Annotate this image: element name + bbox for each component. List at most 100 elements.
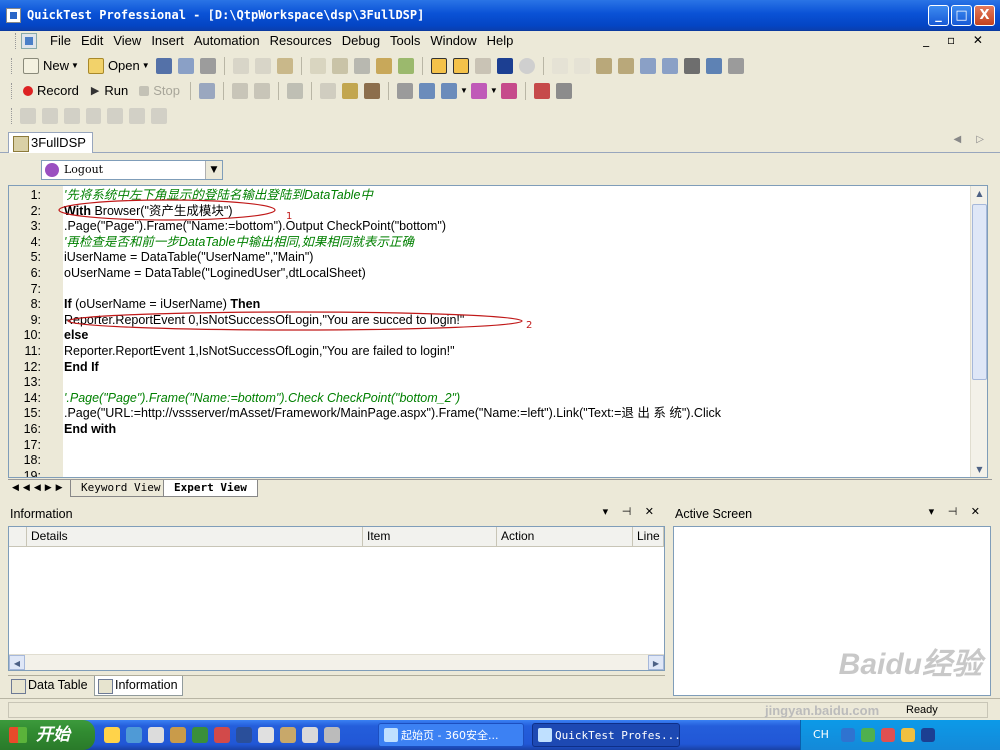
menu-resources[interactable]: Resources [265,33,337,49]
app-icon[interactable] [214,727,230,743]
code-line[interactable]: 17: [9,438,969,454]
scroll-right-icon[interactable]: ▶ [648,655,664,670]
test-flow-icon[interactable] [430,57,447,74]
app-icon[interactable] [258,727,274,743]
chevron-down-icon[interactable]: ▼ [490,86,498,95]
run-button[interactable]: ▶ Run [84,80,133,102]
test-results-icon[interactable] [533,82,550,99]
tray-icon[interactable] [921,728,935,742]
insert-step-icon[interactable] [320,82,336,99]
open-button[interactable]: Open ▼ [82,55,153,77]
code-line[interactable]: 5: iUserName = DataTable("UserName","Mai… [9,250,969,266]
binoculars-icon[interactable] [683,57,700,74]
options-icon[interactable] [555,82,572,99]
menu-window[interactable]: Window [425,33,481,49]
code-line[interactable]: 16: End with [9,422,969,438]
step-over-disabled-icon[interactable] [63,107,80,124]
font-icon[interactable] [705,57,722,74]
app-icon[interactable] [324,727,340,743]
analog-recording-icon[interactable] [199,82,215,99]
column-item[interactable]: Item [363,527,497,546]
column-action[interactable]: Action [497,527,633,546]
folder-icon[interactable] [170,727,186,743]
tray-icon[interactable] [901,728,915,742]
code-line[interactable]: 8: If (oUserName = iUserName) Then [9,297,969,313]
panel-controls[interactable]: ▾ ⊣ ✕ [929,505,985,518]
help-icon[interactable] [518,57,535,74]
clear-breakpoints-icon[interactable] [500,82,517,99]
menu-insert[interactable]: Insert [146,33,189,49]
tray-icon[interactable] [861,728,875,742]
indent-icon[interactable] [727,57,744,74]
horizontal-scrollbar[interactable]: ◀ ▶ [9,654,664,670]
action-dropdown[interactable]: Logout ▼ [41,160,223,180]
chevron-down-icon[interactable]: ▼ [205,161,222,179]
bookmark-icon[interactable] [661,57,678,74]
scroll-left-icon[interactable]: ◀ [9,655,25,670]
mdi-controls[interactable]: _ ▫ ✕ [923,33,990,47]
menu-debug[interactable]: Debug [337,33,385,49]
code-line[interactable]: 13: [9,375,969,391]
debug-icon[interactable] [470,82,487,99]
data-table-icon[interactable] [474,57,491,74]
tab-3fulldsp[interactable]: 3FullDSP [8,132,93,153]
save-icon[interactable] [155,57,172,74]
column-line[interactable]: Line [633,527,664,546]
step-into-icon[interactable] [419,82,435,99]
toolbar-grip[interactable] [11,107,14,124]
email-icon[interactable] [148,727,164,743]
scroll-up-icon[interactable]: ▲ [972,186,987,201]
taskbar-item-quicktest[interactable]: QuickTest Profes... [532,723,680,747]
toolbar-grip[interactable] [11,57,14,74]
print-icon[interactable] [199,57,216,74]
information-icon[interactable] [496,57,513,74]
toolbar-grip[interactable] [11,82,14,99]
code-line[interactable]: 18: [9,453,969,469]
step-into-disabled-icon[interactable] [41,107,58,124]
cut-icon[interactable] [232,57,249,74]
record-button[interactable]: Record [17,80,84,102]
tab-information[interactable]: Information [94,676,183,696]
scroll-down-icon[interactable]: ▼ [972,462,987,477]
insert-checkpoint-icon[interactable] [342,82,358,99]
language-indicator[interactable]: CH [813,728,829,741]
code-line[interactable]: 15: .Page("URL:=http://vssserver/mAsset/… [9,406,969,422]
save-all-icon[interactable] [177,57,194,74]
tab-keyword-view[interactable]: Keyword View [70,480,172,497]
new-button[interactable]: New ▼ [17,55,82,77]
menu-edit[interactable]: Edit [76,33,108,49]
undo-icon[interactable] [551,57,568,74]
active-screen-area[interactable]: Baidu经验 [673,526,991,696]
taskbar-item-browser[interactable]: 起始页 - 360安全... [378,723,524,747]
find-next-icon[interactable] [617,57,634,74]
results-icon[interactable] [287,82,303,99]
app-icon[interactable] [302,727,318,743]
app-icon[interactable] [192,727,208,743]
hand-icon[interactable] [107,107,124,124]
code-line[interactable]: 11: Reporter.ReportEvent 1,IsNotSuccessO… [9,344,969,360]
tab-navigation-arrows[interactable]: ◀◀◀▶▶ [12,483,67,493]
comment-icon[interactable] [309,57,326,74]
code-line[interactable]: 7: [9,282,969,298]
low-level-recording-icon[interactable] [232,82,248,99]
toolbar-grip[interactable] [15,33,18,49]
panel-controls[interactable]: ▾ ⊣ ✕ [603,505,659,518]
browser-icon[interactable] [126,727,142,743]
code-line[interactable]: 6: oUserName = DataTable("LoginedUser",d… [9,266,969,282]
tab-expert-view[interactable]: Expert View [163,480,258,497]
chevron-down-icon[interactable]: ▼ [460,86,468,95]
ie-icon[interactable] [104,727,120,743]
close-button[interactable]: X [974,5,995,26]
information-list[interactable]: Details Item Action Line ◀ ▶ [8,526,665,671]
code-line[interactable]: 3: .Page("Page").Frame("Name:=bottom").O… [9,219,969,235]
tab-scroll-arrows[interactable]: ◀ ▷ [953,134,990,145]
checkpoint-icon[interactable] [375,57,392,74]
resources-icon[interactable] [452,57,469,74]
app-icon[interactable] [280,727,296,743]
pause-icon[interactable] [19,107,36,124]
menu-view[interactable]: View [108,33,146,49]
code-line[interactable]: 9: Reporter.ReportEvent 0,IsNotSuccessOf… [9,313,969,329]
menu-help[interactable]: Help [482,33,519,49]
code-line[interactable]: 4: '再检查是否和前一步DataTable中输出相同,如果相同就表示正确 [9,235,969,251]
chevron-down-icon[interactable]: ▼ [71,61,79,70]
